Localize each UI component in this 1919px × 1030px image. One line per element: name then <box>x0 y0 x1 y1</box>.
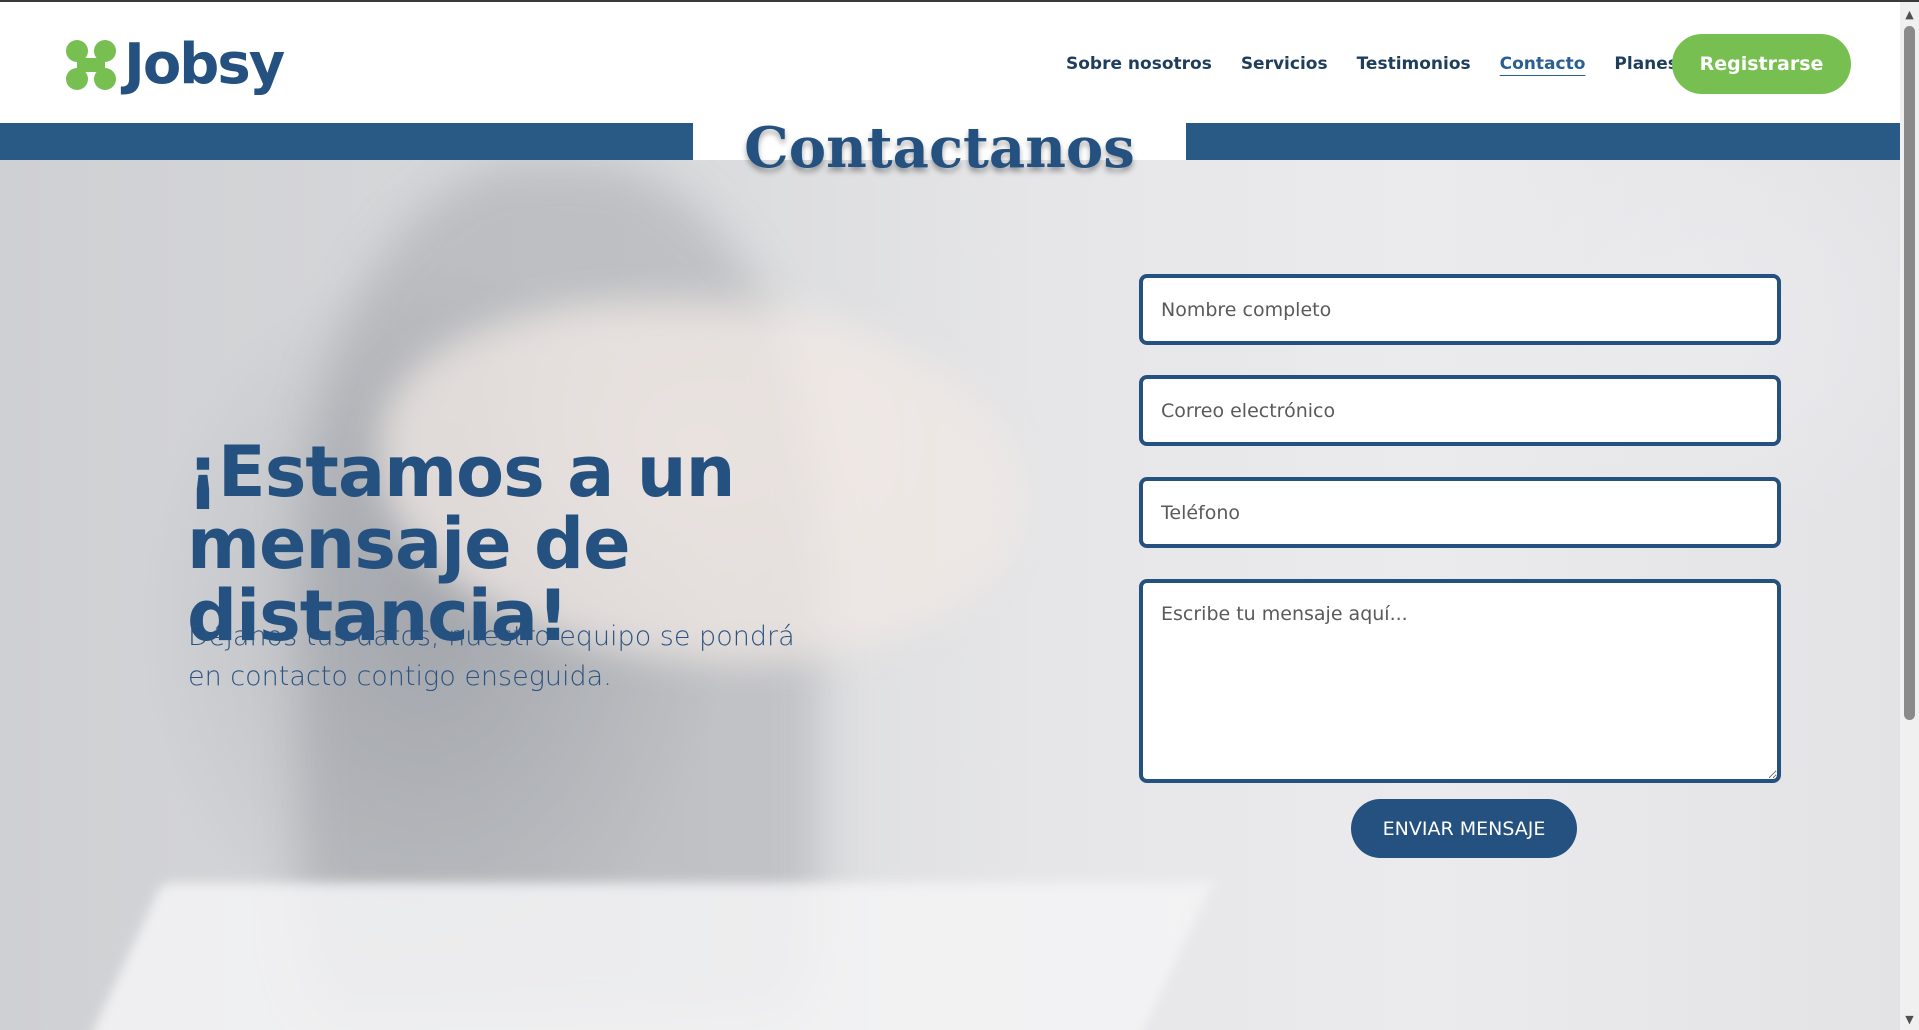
scrollbar[interactable]: ▲ ▼ <box>1900 2 1919 1030</box>
logo-text: Jobsy <box>124 32 285 97</box>
nav-item-sobre-nosotros[interactable]: Sobre nosotros <box>1066 54 1212 74</box>
send-message-button[interactable]: ENVIAR MENSAJE <box>1351 799 1577 858</box>
nav-item-testimonios[interactable]: Testimonios <box>1357 54 1471 74</box>
main-nav: Sobre nosotros Servicios Testimonios Con… <box>1066 34 1707 94</box>
nav-item-planes[interactable]: Planes <box>1614 54 1678 74</box>
message-textarea[interactable] <box>1139 579 1781 783</box>
nav-item-servicios[interactable]: Servicios <box>1241 54 1328 74</box>
name-input[interactable] <box>1139 274 1781 345</box>
site-header: Jobsy Sobre nosotros Servicios Testimoni… <box>0 2 1900 123</box>
register-button[interactable]: Registrarse <box>1672 34 1851 94</box>
title-band-right <box>1186 123 1900 160</box>
page: Jobsy Sobre nosotros Servicios Testimoni… <box>0 0 1919 1030</box>
page-title: Contactanos <box>744 115 1135 181</box>
nav-item-contacto[interactable]: Contacto <box>1500 54 1586 74</box>
title-band-left <box>0 123 693 160</box>
phone-input[interactable] <box>1139 477 1781 548</box>
background-papers <box>78 883 1212 1030</box>
scroll-up-arrow-icon[interactable]: ▲ <box>1900 6 1919 23</box>
scroll-down-arrow-icon[interactable]: ▼ <box>1900 1011 1919 1028</box>
scrollbar-thumb[interactable] <box>1904 26 1915 720</box>
logo[interactable]: Jobsy <box>64 30 285 100</box>
email-input[interactable] <box>1139 375 1781 446</box>
logo-mark-icon <box>66 40 116 90</box>
hero-subheading: Déjanos tus datos, nuestro equipo se pon… <box>188 621 795 692</box>
